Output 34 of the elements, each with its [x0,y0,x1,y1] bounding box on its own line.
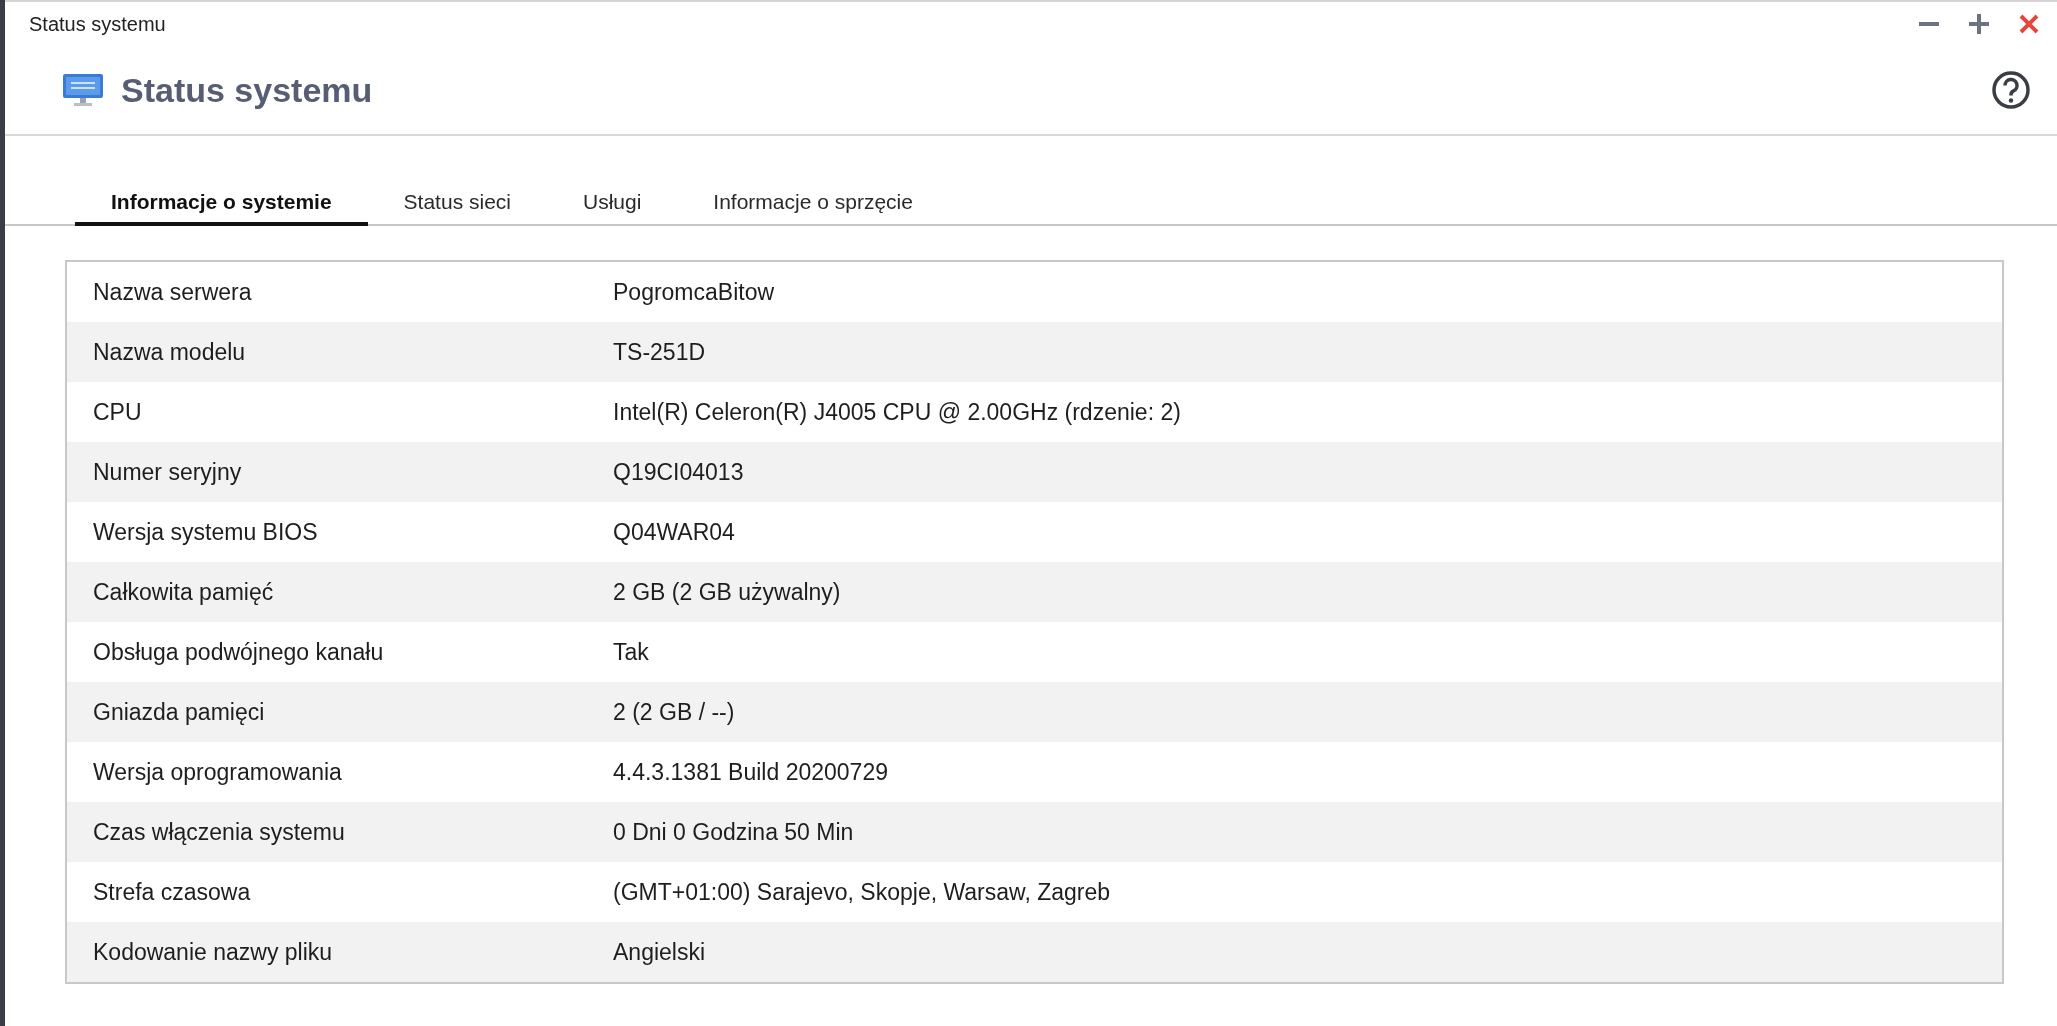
tab[interactable]: Informacje o systemie [75,184,368,226]
field-value: 0 Dni 0 Godzina 50 Min [613,818,854,846]
close-icon[interactable] [2017,12,2041,36]
field-label: Kodowanie nazwy pliku [93,938,334,966]
page-title: Status systemu [121,70,373,110]
field-label: Gniazda pamięci [93,698,266,726]
field-label: Całkowita pamięć [93,578,275,606]
field-label: Wersja oprogramowania [93,758,343,786]
field-value: Tak [613,638,649,666]
field-value: PogromcaBitow [613,278,775,306]
field-label: Obsługa podwójnego kanału [93,638,385,666]
field-label: Nazwa modelu [93,338,247,366]
field-value: 2 GB (2 GB używalny) [613,578,841,606]
field-label: Wersja systemu BIOS [93,518,319,546]
field-value: Q19CI04013 [613,458,744,486]
field-value: TS-251D [613,338,706,366]
window-title: Status systemu [29,12,166,36]
help-icon[interactable] [1991,70,2031,110]
field-label: Nazwa serwera [93,278,253,306]
field-label: Strefa czasowa [93,878,252,906]
monitor-icon [63,74,103,106]
field-label: Czas włączenia systemu [93,818,346,846]
field-value: Angielski [613,938,706,966]
tab[interactable]: Usługi [547,184,678,226]
field-value: (GMT+01:00) Sarajevo, Skopje, Warsaw, Zagreb [613,878,1111,906]
field-value: Q04WAR04 [613,518,735,546]
maximize-icon[interactable] [1967,12,1991,36]
field-value: 2 (2 GB / --) [613,698,735,726]
field-value: Intel(R) Celeron(R) J4005 CPU @ 2.00GHz (rdzenie: 2) [613,398,1181,426]
tab[interactable]: Status sieci [367,184,547,226]
field-label: CPU [93,398,143,426]
tab[interactable]: Informacje o sprzęcie [677,184,949,226]
field-label: Numer seryjny [93,458,243,486]
field-value: 4.4.3.1381 Build 20200729 [613,758,888,786]
